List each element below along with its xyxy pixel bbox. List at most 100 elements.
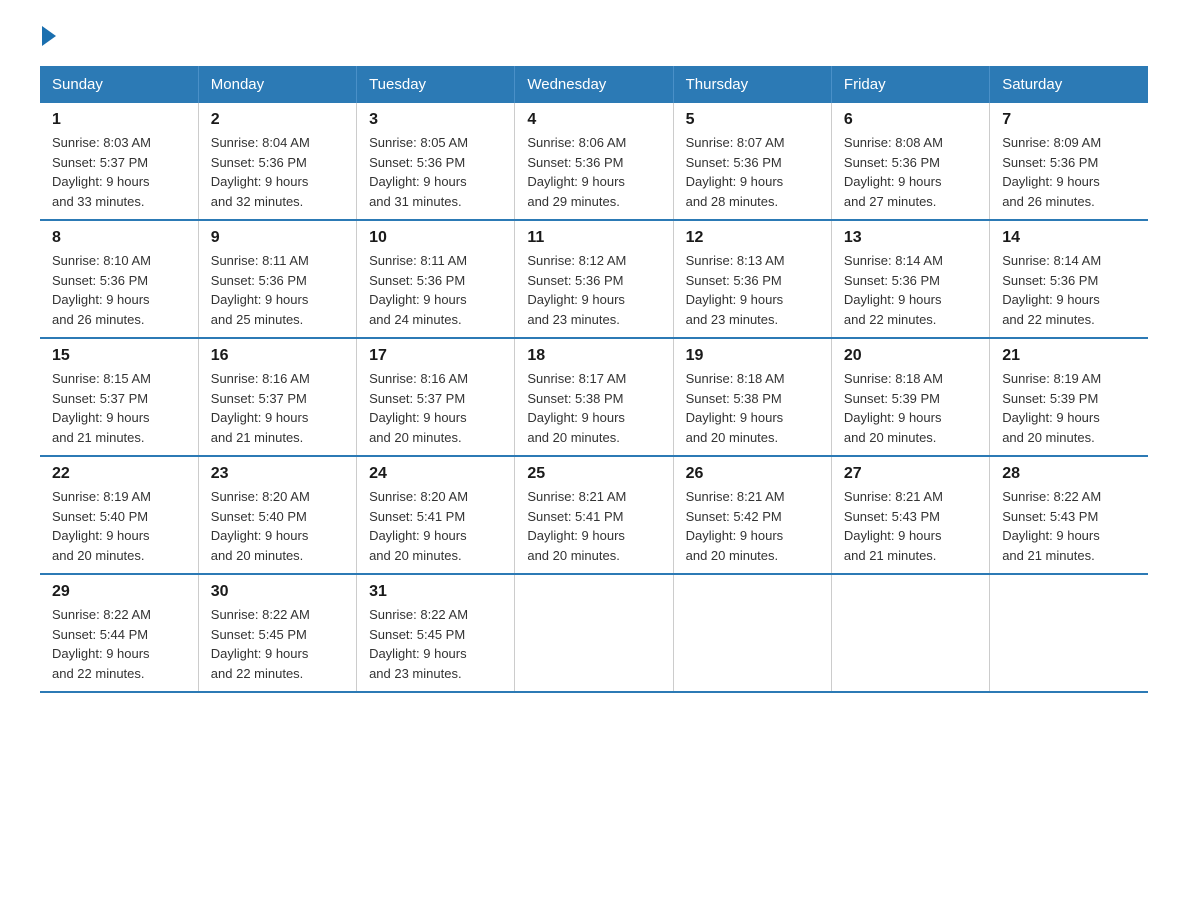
calendar-cell (831, 574, 989, 692)
calendar-cell: 17 Sunrise: 8:16 AM Sunset: 5:37 PM Dayl… (357, 338, 515, 456)
calendar-cell: 11 Sunrise: 8:12 AM Sunset: 5:36 PM Dayl… (515, 220, 673, 338)
calendar-week-row: 29 Sunrise: 8:22 AM Sunset: 5:44 PM Dayl… (40, 574, 1148, 692)
calendar-cell: 25 Sunrise: 8:21 AM Sunset: 5:41 PM Dayl… (515, 456, 673, 574)
calendar-body: 1 Sunrise: 8:03 AM Sunset: 5:37 PM Dayli… (40, 103, 1148, 692)
weekday-header-row: SundayMondayTuesdayWednesdayThursdayFrid… (40, 66, 1148, 103)
day-number: 18 (527, 347, 660, 365)
day-info: Sunrise: 8:13 AM Sunset: 5:36 PM Dayligh… (686, 251, 819, 329)
day-number: 22 (52, 465, 186, 483)
calendar-cell: 26 Sunrise: 8:21 AM Sunset: 5:42 PM Dayl… (673, 456, 831, 574)
calendar-week-row: 15 Sunrise: 8:15 AM Sunset: 5:37 PM Dayl… (40, 338, 1148, 456)
day-info: Sunrise: 8:22 AM Sunset: 5:45 PM Dayligh… (369, 605, 502, 683)
weekday-header-wednesday: Wednesday (515, 66, 673, 103)
day-number: 15 (52, 347, 186, 365)
day-number: 29 (52, 583, 186, 601)
weekday-header-monday: Monday (198, 66, 356, 103)
day-info: Sunrise: 8:21 AM Sunset: 5:43 PM Dayligh… (844, 487, 977, 565)
day-info: Sunrise: 8:16 AM Sunset: 5:37 PM Dayligh… (369, 369, 502, 447)
day-number: 9 (211, 229, 344, 247)
weekday-header-tuesday: Tuesday (357, 66, 515, 103)
day-info: Sunrise: 8:14 AM Sunset: 5:36 PM Dayligh… (1002, 251, 1136, 329)
day-info: Sunrise: 8:06 AM Sunset: 5:36 PM Dayligh… (527, 133, 660, 211)
calendar-cell: 21 Sunrise: 8:19 AM Sunset: 5:39 PM Dayl… (990, 338, 1148, 456)
day-info: Sunrise: 8:19 AM Sunset: 5:40 PM Dayligh… (52, 487, 186, 565)
calendar-header: SundayMondayTuesdayWednesdayThursdayFrid… (40, 66, 1148, 103)
calendar-cell: 13 Sunrise: 8:14 AM Sunset: 5:36 PM Dayl… (831, 220, 989, 338)
day-number: 31 (369, 583, 502, 601)
weekday-header-sunday: Sunday (40, 66, 198, 103)
day-info: Sunrise: 8:18 AM Sunset: 5:38 PM Dayligh… (686, 369, 819, 447)
calendar-cell: 22 Sunrise: 8:19 AM Sunset: 5:40 PM Dayl… (40, 456, 198, 574)
calendar-cell: 24 Sunrise: 8:20 AM Sunset: 5:41 PM Dayl… (357, 456, 515, 574)
day-number: 26 (686, 465, 819, 483)
calendar-cell (990, 574, 1148, 692)
calendar-cell: 2 Sunrise: 8:04 AM Sunset: 5:36 PM Dayli… (198, 103, 356, 220)
day-info: Sunrise: 8:12 AM Sunset: 5:36 PM Dayligh… (527, 251, 660, 329)
day-number: 27 (844, 465, 977, 483)
day-info: Sunrise: 8:11 AM Sunset: 5:36 PM Dayligh… (211, 251, 344, 329)
day-info: Sunrise: 8:09 AM Sunset: 5:36 PM Dayligh… (1002, 133, 1136, 211)
calendar-cell: 6 Sunrise: 8:08 AM Sunset: 5:36 PM Dayli… (831, 103, 989, 220)
day-info: Sunrise: 8:20 AM Sunset: 5:40 PM Dayligh… (211, 487, 344, 565)
calendar-cell: 12 Sunrise: 8:13 AM Sunset: 5:36 PM Dayl… (673, 220, 831, 338)
calendar-cell: 18 Sunrise: 8:17 AM Sunset: 5:38 PM Dayl… (515, 338, 673, 456)
day-info: Sunrise: 8:04 AM Sunset: 5:36 PM Dayligh… (211, 133, 344, 211)
calendar-cell: 5 Sunrise: 8:07 AM Sunset: 5:36 PM Dayli… (673, 103, 831, 220)
day-number: 1 (52, 111, 186, 129)
day-number: 30 (211, 583, 344, 601)
day-info: Sunrise: 8:10 AM Sunset: 5:36 PM Dayligh… (52, 251, 186, 329)
day-number: 21 (1002, 347, 1136, 365)
calendar-cell (673, 574, 831, 692)
day-number: 25 (527, 465, 660, 483)
day-number: 13 (844, 229, 977, 247)
day-number: 17 (369, 347, 502, 365)
weekday-header-thursday: Thursday (673, 66, 831, 103)
page-header (40, 30, 1148, 46)
day-info: Sunrise: 8:17 AM Sunset: 5:38 PM Dayligh… (527, 369, 660, 447)
calendar-cell: 9 Sunrise: 8:11 AM Sunset: 5:36 PM Dayli… (198, 220, 356, 338)
day-info: Sunrise: 8:20 AM Sunset: 5:41 PM Dayligh… (369, 487, 502, 565)
calendar-cell: 4 Sunrise: 8:06 AM Sunset: 5:36 PM Dayli… (515, 103, 673, 220)
day-info: Sunrise: 8:16 AM Sunset: 5:37 PM Dayligh… (211, 369, 344, 447)
calendar-cell: 29 Sunrise: 8:22 AM Sunset: 5:44 PM Dayl… (40, 574, 198, 692)
calendar-cell: 3 Sunrise: 8:05 AM Sunset: 5:36 PM Dayli… (357, 103, 515, 220)
day-number: 19 (686, 347, 819, 365)
day-info: Sunrise: 8:19 AM Sunset: 5:39 PM Dayligh… (1002, 369, 1136, 447)
calendar-cell: 31 Sunrise: 8:22 AM Sunset: 5:45 PM Dayl… (357, 574, 515, 692)
calendar-cell: 15 Sunrise: 8:15 AM Sunset: 5:37 PM Dayl… (40, 338, 198, 456)
day-number: 6 (844, 111, 977, 129)
calendar-cell: 30 Sunrise: 8:22 AM Sunset: 5:45 PM Dayl… (198, 574, 356, 692)
weekday-header-saturday: Saturday (990, 66, 1148, 103)
day-info: Sunrise: 8:15 AM Sunset: 5:37 PM Dayligh… (52, 369, 186, 447)
day-info: Sunrise: 8:21 AM Sunset: 5:41 PM Dayligh… (527, 487, 660, 565)
day-number: 14 (1002, 229, 1136, 247)
day-info: Sunrise: 8:08 AM Sunset: 5:36 PM Dayligh… (844, 133, 977, 211)
day-number: 11 (527, 229, 660, 247)
day-number: 5 (686, 111, 819, 129)
day-number: 3 (369, 111, 502, 129)
day-info: Sunrise: 8:11 AM Sunset: 5:36 PM Dayligh… (369, 251, 502, 329)
calendar-cell (515, 574, 673, 692)
calendar-cell: 16 Sunrise: 8:16 AM Sunset: 5:37 PM Dayl… (198, 338, 356, 456)
day-number: 20 (844, 347, 977, 365)
day-number: 10 (369, 229, 502, 247)
day-number: 16 (211, 347, 344, 365)
day-info: Sunrise: 8:22 AM Sunset: 5:45 PM Dayligh… (211, 605, 344, 683)
calendar-cell: 27 Sunrise: 8:21 AM Sunset: 5:43 PM Dayl… (831, 456, 989, 574)
day-info: Sunrise: 8:03 AM Sunset: 5:37 PM Dayligh… (52, 133, 186, 211)
day-number: 2 (211, 111, 344, 129)
weekday-header-friday: Friday (831, 66, 989, 103)
calendar-cell: 28 Sunrise: 8:22 AM Sunset: 5:43 PM Dayl… (990, 456, 1148, 574)
day-info: Sunrise: 8:14 AM Sunset: 5:36 PM Dayligh… (844, 251, 977, 329)
day-number: 8 (52, 229, 186, 247)
day-info: Sunrise: 8:22 AM Sunset: 5:43 PM Dayligh… (1002, 487, 1136, 565)
calendar-cell: 10 Sunrise: 8:11 AM Sunset: 5:36 PM Dayl… (357, 220, 515, 338)
calendar-cell: 23 Sunrise: 8:20 AM Sunset: 5:40 PM Dayl… (198, 456, 356, 574)
day-info: Sunrise: 8:21 AM Sunset: 5:42 PM Dayligh… (686, 487, 819, 565)
day-number: 24 (369, 465, 502, 483)
calendar-week-row: 1 Sunrise: 8:03 AM Sunset: 5:37 PM Dayli… (40, 103, 1148, 220)
calendar-cell: 20 Sunrise: 8:18 AM Sunset: 5:39 PM Dayl… (831, 338, 989, 456)
day-info: Sunrise: 8:18 AM Sunset: 5:39 PM Dayligh… (844, 369, 977, 447)
day-number: 23 (211, 465, 344, 483)
calendar-cell: 1 Sunrise: 8:03 AM Sunset: 5:37 PM Dayli… (40, 103, 198, 220)
